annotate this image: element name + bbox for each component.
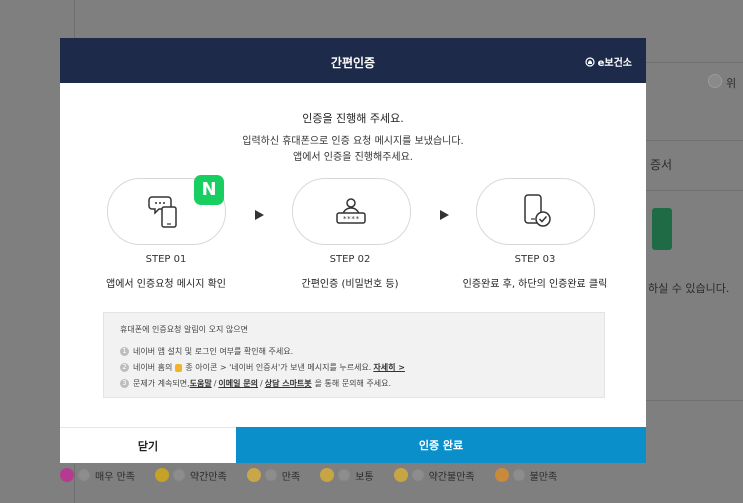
home-icon <box>585 56 595 67</box>
notice-item-2-mid: 종 아이콘 > '네이버 인증서'가 보낸 메시지를 누르세요. <box>185 363 372 372</box>
bg-text-cert: 증서 <box>650 158 673 172</box>
modal-title: 간편인증 <box>330 56 376 70</box>
radio-icon[interactable] <box>78 469 90 481</box>
radio-icon[interactable] <box>172 469 185 481</box>
rating-label: 만족 <box>281 471 301 483</box>
separator: / <box>213 379 217 388</box>
modal-header: 간편인증 e보건소 <box>60 38 646 83</box>
notice-item-3-pre: 문제가 계속되면, <box>133 379 190 388</box>
somewhat-satisfied-emoji-icon <box>154 468 169 482</box>
bell-icon <box>175 363 183 372</box>
ebogunso-logo: e보건소 <box>585 54 632 69</box>
notice-item-2: 2 네이버 홈의 종 아이콘 > '네이버 인증서'가 보낸 메시지를 누르세요… <box>120 362 405 373</box>
somewhat-dissatisfied-emoji-icon <box>393 468 408 482</box>
rating-label: 약간불만족 <box>428 471 475 483</box>
notice-item-1: 1 네이버 앱 설치 및 로그인 여부를 확인해 주세요. <box>120 346 293 357</box>
rating-option[interactable]: 보통 <box>320 468 374 483</box>
satisfaction-rating-bar: 매우 만족 약간만족 만족 보통 약간불만족 불만족 <box>60 462 743 488</box>
details-link[interactable]: 자세히 > <box>373 362 405 373</box>
intro-description: 입력하신 휴대폰으로 인증 요청 메시지를 보냈습니다. 앱에서 인증을 진행해… <box>60 134 646 166</box>
arrow-right-icon <box>440 210 449 220</box>
notice-box: 휴대폰에 인증요청 알림이 오지 않으면 1 네이버 앱 설치 및 로그인 여부… <box>103 312 605 398</box>
neutral-emoji-icon <box>320 468 335 482</box>
bank-logo <box>652 208 672 250</box>
step-3-desc: 인증완료 후, 하단의 인증완료 클릭 <box>462 279 608 290</box>
separator: / <box>260 379 263 388</box>
rating-label: 불만족 <box>529 471 558 483</box>
satisfied-emoji-icon <box>246 468 261 482</box>
notice-item-1-text: 네이버 앱 설치 및 로그인 여부를 확인해 주세요. <box>133 347 294 356</box>
rating-option[interactable]: 약간만족 <box>154 468 227 483</box>
radio-icon[interactable] <box>338 469 351 481</box>
step-3-label: STEP 03 <box>514 254 556 265</box>
intro-line-2: 앱에서 인증을 진행해주세요. <box>293 152 413 163</box>
radio-icon[interactable] <box>411 469 424 481</box>
intro-line-1: 입력하신 휴대폰으로 인증 요청 메시지를 보냈습니다. <box>242 136 464 147</box>
rating-option[interactable]: 불만족 <box>494 468 558 483</box>
very-satisfied-emoji-icon <box>60 468 74 482</box>
rating-label: 보통 <box>355 471 374 483</box>
auth-complete-button[interactable]: 인증 완료 <box>236 427 646 463</box>
smartbot-link[interactable]: 상담 스마트봇 <box>265 378 312 389</box>
radio-icon[interactable] <box>512 469 525 481</box>
intro-heading: 인증을 진행해 주세요. <box>302 112 404 125</box>
notice-title: 휴대폰에 인증요청 알림이 오지 않으면 <box>120 325 248 334</box>
notice-item-3-post: 을 통해 문의해 주세요. <box>314 379 392 388</box>
rating-option[interactable]: 만족 <box>246 468 301 483</box>
dissatisfied-emoji-icon <box>494 468 509 482</box>
naver-n-icon: N <box>194 175 224 205</box>
rating-label: 약간만족 <box>189 471 227 483</box>
number-3-icon: 3 <box>120 379 129 388</box>
bg-text-desc: 하실 수 있습니다. <box>648 282 730 295</box>
chat-phone-icon <box>148 196 177 228</box>
auth-modal: 간편인증 e보건소 인증을 진행해 주세요. 입력하신 휴대폰으로 인증 요청 … <box>60 38 646 463</box>
number-1-icon: 1 <box>120 347 129 356</box>
radio-icon[interactable] <box>264 469 277 481</box>
bg-text-top-right: 위 <box>726 77 737 90</box>
step-2-circle: **** <box>292 178 411 245</box>
phone-check-icon <box>524 194 551 227</box>
logo-text: e보건소 <box>597 58 632 69</box>
step-2-label: STEP 02 <box>329 254 371 265</box>
step-1-label: STEP 01 <box>145 254 187 265</box>
rating-label: 매우 만족 <box>95 471 135 483</box>
svg-text:****: **** <box>343 215 360 223</box>
rating-option[interactable]: 약간불만족 <box>393 468 475 483</box>
number-2-icon: 2 <box>120 363 129 372</box>
rating-option[interactable]: 매우 만족 <box>60 468 135 483</box>
email-inquiry-link[interactable]: 이메일 문의 <box>218 378 258 389</box>
close-button[interactable]: 닫기 <box>60 427 236 463</box>
notice-item-2-pre: 네이버 홈의 <box>133 363 173 372</box>
modal-footer: 닫기 인증 완료 <box>60 427 646 463</box>
notice-item-3: 3 문제가 계속되면, 도움말 / 이메일 문의 / 상담 스마트봇 을 통해 … <box>120 378 391 389</box>
radio-icon <box>708 74 722 88</box>
help-link[interactable]: 도움말 <box>190 378 212 389</box>
step-3-circle <box>476 178 595 245</box>
user-password-icon: **** <box>336 198 366 224</box>
arrow-right-icon <box>255 210 264 220</box>
